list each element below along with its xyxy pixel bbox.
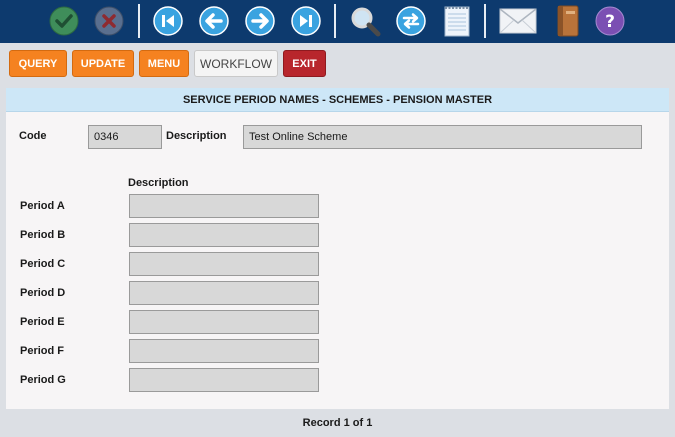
period-b-label: Period B	[20, 229, 66, 241]
toolbar-separator	[484, 4, 486, 38]
code-label: Code	[19, 130, 47, 142]
period-f-field[interactable]	[129, 339, 319, 363]
description-field[interactable]: Test Online Scheme	[243, 125, 642, 149]
toolbar-separator	[334, 4, 336, 38]
period-a-label: Period A	[20, 200, 65, 212]
period-g-field[interactable]	[129, 368, 319, 392]
help-icon[interactable]: ?	[594, 5, 626, 37]
period-b-field[interactable]	[129, 223, 319, 247]
next-record-icon[interactable]	[244, 5, 276, 37]
form-title: SERVICE PERIOD NAMES - SCHEMES - PENSION…	[6, 88, 669, 112]
description-label: Description	[166, 130, 227, 142]
toolbar: ?	[0, 0, 675, 43]
cancel-icon[interactable]	[93, 5, 125, 37]
period-a-field[interactable]	[129, 194, 319, 218]
period-d-field[interactable]	[129, 281, 319, 305]
search-icon[interactable]	[349, 5, 381, 37]
period-c-label: Period C	[20, 258, 66, 270]
previous-record-icon[interactable]	[198, 5, 230, 37]
period-c-field[interactable]	[129, 252, 319, 276]
menu-button[interactable]: MENU	[139, 50, 189, 77]
period-e-label: Period E	[20, 316, 65, 328]
query-button[interactable]: QUERY	[9, 50, 67, 77]
period-description-header: Description	[128, 177, 189, 189]
record-status: Record 1 of 1	[302, 417, 373, 429]
update-button[interactable]: UPDATE	[72, 50, 134, 77]
first-record-icon[interactable]	[152, 5, 184, 37]
period-e-field[interactable]	[129, 310, 319, 334]
last-record-icon[interactable]	[290, 5, 322, 37]
confirm-icon[interactable]	[48, 5, 80, 37]
mail-icon[interactable]	[498, 5, 538, 37]
book-icon[interactable]	[551, 5, 583, 37]
form-panel: SERVICE PERIOD NAMES - SCHEMES - PENSION…	[6, 88, 669, 409]
code-field[interactable]: 0346	[88, 125, 162, 149]
svg-text:?: ?	[605, 12, 615, 32]
exit-button[interactable]: EXIT	[283, 50, 326, 77]
workflow-button[interactable]: WORKFLOW	[194, 50, 278, 77]
period-d-label: Period D	[20, 287, 66, 299]
toolbar-separator	[138, 4, 140, 38]
notepad-icon[interactable]	[441, 5, 473, 37]
period-f-label: Period F	[20, 345, 65, 357]
period-g-label: Period G	[20, 374, 66, 386]
refresh-icon[interactable]	[395, 5, 427, 37]
action-bar: QUERY UPDATE MENU WORKFLOW EXIT	[0, 43, 675, 88]
